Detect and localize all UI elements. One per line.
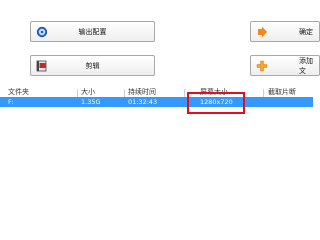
edit-button[interactable]: 剪辑 bbox=[30, 55, 155, 76]
cell-folder: F: bbox=[8, 98, 14, 106]
ok-button[interactable]: 确定 bbox=[250, 21, 320, 42]
plus-icon bbox=[256, 60, 268, 72]
column-header-folder[interactable]: 文件夹 bbox=[8, 88, 29, 97]
output-config-button[interactable]: 输出配置 bbox=[30, 21, 155, 42]
output-config-label: 输出配置 bbox=[78, 27, 107, 36]
add-file-button[interactable]: 添加文 bbox=[250, 55, 320, 76]
arrow-right-icon bbox=[258, 26, 267, 38]
column-divider[interactable] bbox=[263, 89, 264, 97]
column-divider[interactable] bbox=[77, 89, 78, 97]
column-divider[interactable] bbox=[184, 89, 185, 97]
column-divider[interactable] bbox=[124, 89, 125, 97]
table-row[interactable]: F: 1.35G 01:32:43 1280x720 bbox=[0, 97, 313, 107]
column-header-duration[interactable]: 持续时间 bbox=[128, 88, 156, 97]
add-file-label: 添加文 bbox=[299, 56, 313, 75]
cell-size: 1.35G bbox=[81, 98, 101, 106]
cell-duration: 01:32:43 bbox=[128, 98, 158, 106]
column-header-clip[interactable]: 截取片断 bbox=[268, 88, 296, 97]
ok-label: 确定 bbox=[299, 27, 313, 36]
highlight-box bbox=[187, 92, 245, 114]
column-header-size[interactable]: 大小 bbox=[81, 88, 95, 97]
edit-label: 剪辑 bbox=[85, 61, 100, 70]
